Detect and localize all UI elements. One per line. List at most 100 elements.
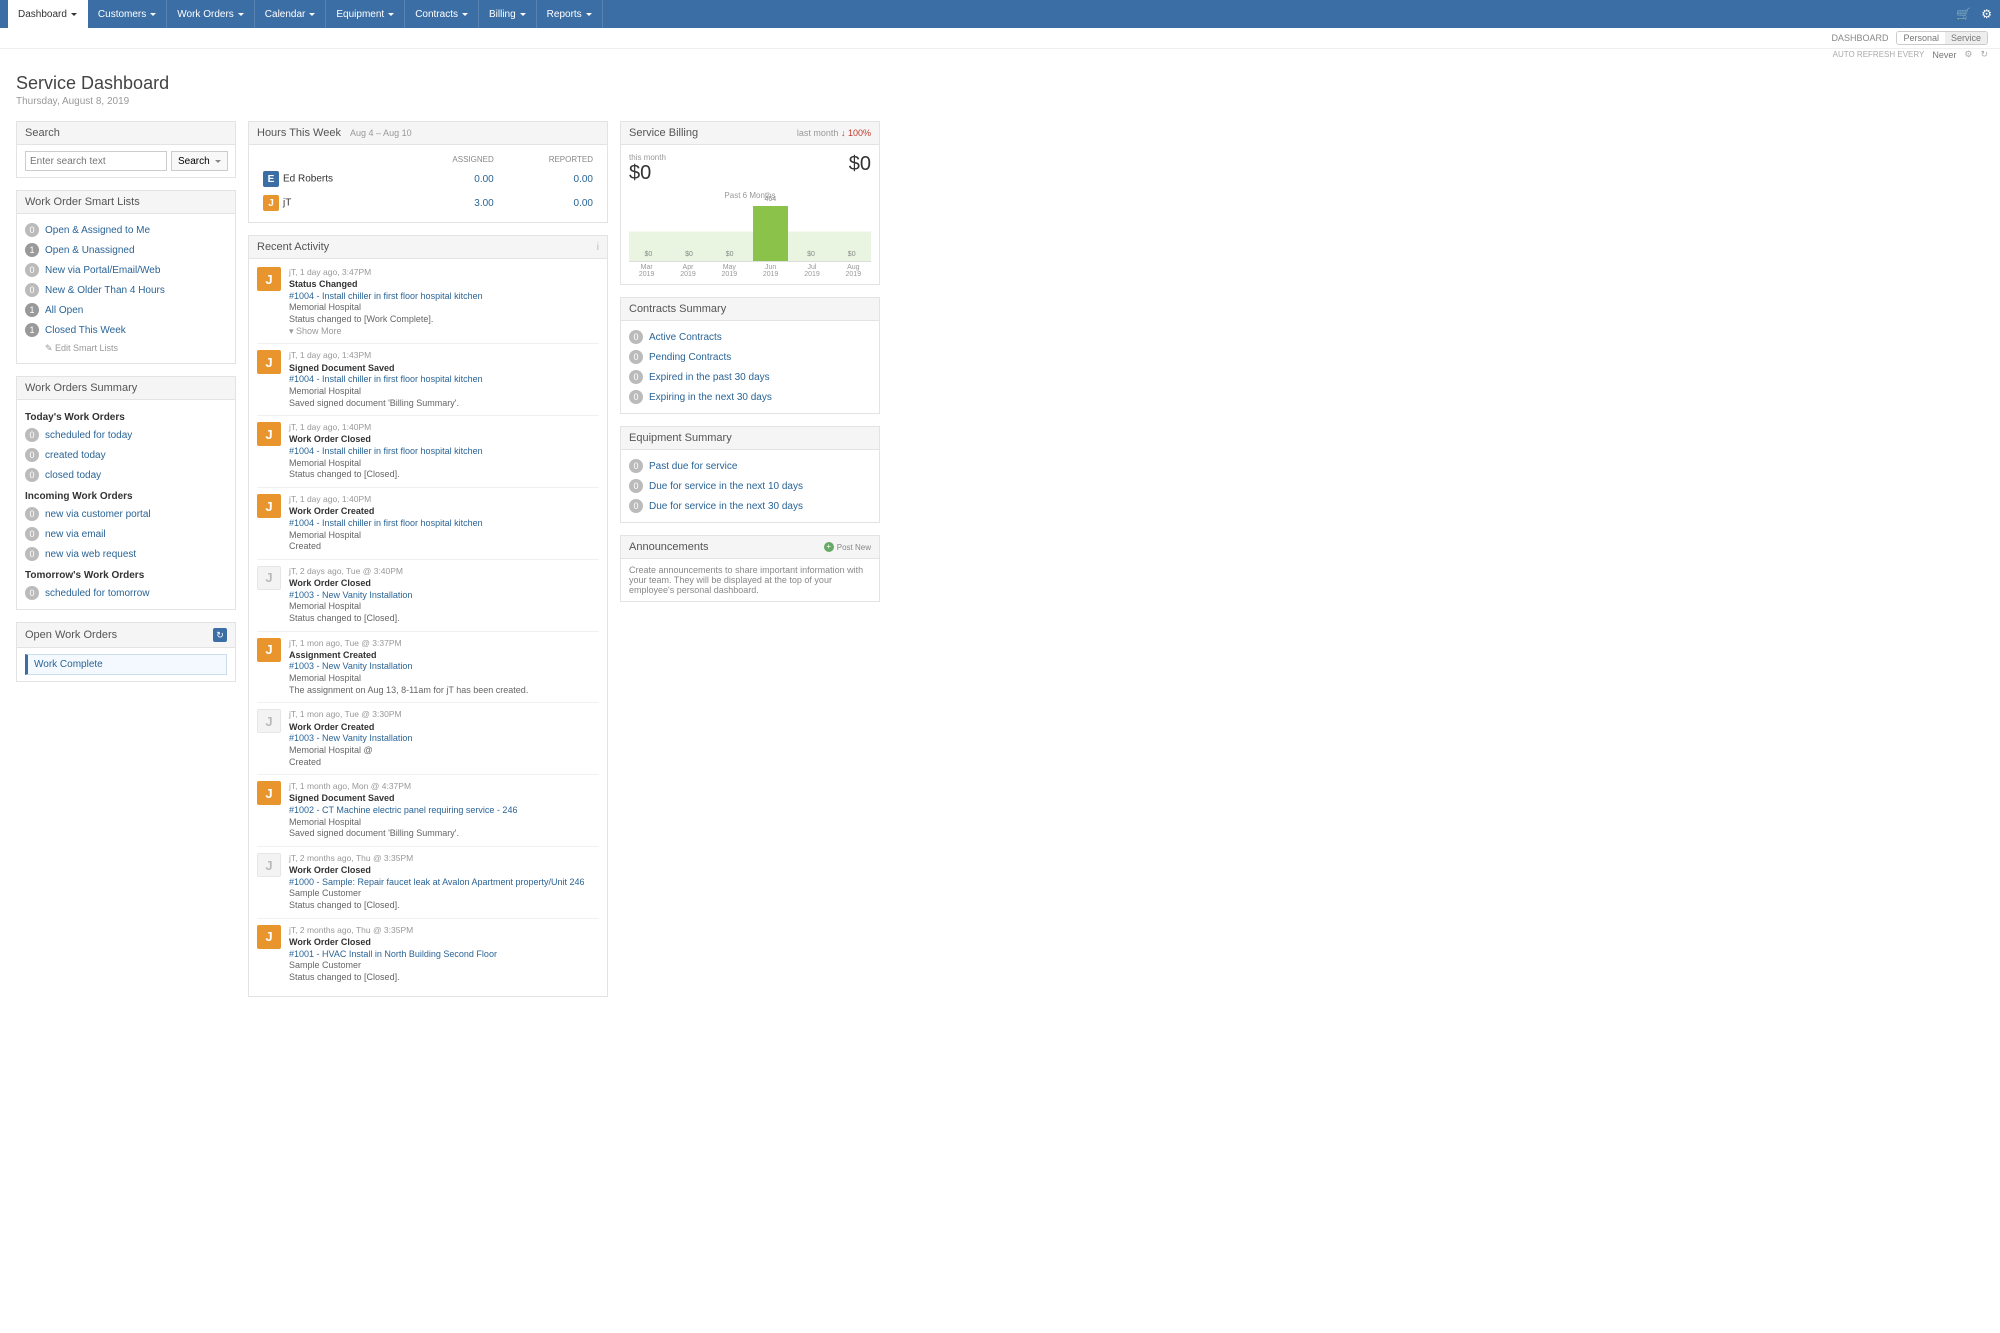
wo-summary-link[interactable]: new via email: [45, 529, 106, 540]
count-badge: 0: [25, 586, 39, 600]
wo-summary-link[interactable]: scheduled for today: [45, 430, 132, 441]
smart-list-item[interactable]: 1All Open: [25, 300, 227, 320]
nav-tab-equipment[interactable]: Equipment: [326, 0, 405, 28]
open-wo-item[interactable]: Work Complete: [25, 654, 227, 675]
activity-title: Recent Activity: [257, 241, 329, 253]
wo-summary-item[interactable]: 0new via customer portal: [25, 504, 227, 524]
smart-list-link[interactable]: New via Portal/Email/Web: [45, 265, 160, 276]
wo-summary-item[interactable]: 0new via email: [25, 524, 227, 544]
nav-tab-dashboard[interactable]: Dashboard: [8, 0, 88, 28]
activity-link[interactable]: #1003 - New Vanity Installation: [289, 590, 412, 600]
search-button[interactable]: Search: [171, 151, 228, 171]
wo-summary-item[interactable]: 0closed today: [25, 465, 227, 485]
smart-list-link[interactable]: Open & Unassigned: [45, 245, 135, 256]
cart-icon[interactable]: 🛒: [1956, 7, 1971, 21]
count-badge: 0: [629, 370, 643, 384]
billing-panel: Service Billing last month ↓ 100% this m…: [620, 121, 880, 285]
activity-link[interactable]: #1004 - Install chiller in first floor h…: [289, 446, 483, 456]
caret-icon: [462, 13, 468, 16]
dashboard-toggle-label: DASHBOARD: [1831, 33, 1888, 43]
gear-icon[interactable]: ⚙: [1981, 7, 1992, 21]
nav-tab-work-orders[interactable]: Work Orders: [167, 0, 255, 28]
activity-link[interactable]: #1004 - Install chiller in first floor h…: [289, 291, 483, 301]
auto-refresh-value[interactable]: Never: [1932, 50, 1956, 60]
equipment-item[interactable]: 0Due for service in the next 30 days: [629, 496, 871, 516]
wo-summary-item[interactable]: 0 scheduled for tomorrow: [25, 583, 227, 603]
smart-list-item[interactable]: 0New & Older Than 4 Hours: [25, 280, 227, 300]
smart-list-link[interactable]: Closed This Week: [45, 325, 126, 336]
equipment-item[interactable]: 0 Due for service in the next 10 days: [629, 476, 871, 496]
toggle-personal[interactable]: Personal: [1897, 32, 1945, 44]
hours-reported[interactable]: 0.00: [500, 168, 597, 190]
hours-row: JjT3.000.00: [259, 192, 597, 214]
nav-tab-reports[interactable]: Reports: [537, 0, 603, 28]
avatar: J: [257, 853, 281, 877]
post-new-button[interactable]: +Post New: [824, 542, 871, 552]
equipment-link[interactable]: Due for service in the next 10 days: [649, 481, 803, 492]
equipment-item[interactable]: 0Past due for service: [629, 456, 871, 476]
wo-summary-link[interactable]: closed today: [45, 470, 101, 481]
smart-list-item[interactable]: 0 New via Portal/Email/Web: [25, 260, 227, 280]
refresh-icon[interactable]: ↻: [213, 628, 227, 642]
announcements-title: Announcements: [629, 541, 709, 553]
billing-title: Service Billing: [629, 127, 698, 139]
activity-link[interactable]: #1004 - Install chiller in first floor h…: [289, 374, 483, 384]
smart-list-link[interactable]: New & Older Than 4 Hours: [45, 285, 165, 296]
hours-assigned[interactable]: 3.00: [406, 192, 498, 214]
contracts-item[interactable]: 0Expiring in the next 30 days: [629, 387, 871, 407]
smart-list-link[interactable]: Open & Assigned to Me: [45, 225, 150, 236]
toggle-service[interactable]: Service: [1945, 32, 1987, 44]
contracts-link[interactable]: Expired in the past 30 days: [649, 372, 770, 383]
search-input[interactable]: [25, 151, 167, 171]
wo-summary-link[interactable]: scheduled for tomorrow: [45, 588, 150, 599]
activity-sub: Memorial Hospital: [289, 458, 599, 470]
nav-tab-contracts[interactable]: Contracts: [405, 0, 479, 28]
equipment-link[interactable]: Past due for service: [649, 461, 737, 472]
hours-reported[interactable]: 0.00: [500, 192, 597, 214]
spark-bar-label: $0: [834, 251, 869, 258]
activity-link[interactable]: #1002 - CT Machine electric panel requir…: [289, 805, 517, 815]
caret-icon: [150, 13, 156, 16]
refresh-settings-icon[interactable]: ⚙: [1964, 49, 1972, 60]
smart-list-item[interactable]: 1Closed This Week: [25, 320, 227, 340]
smart-list-item[interactable]: 0Open & Assigned to Me: [25, 220, 227, 240]
count-badge: 0: [25, 263, 39, 277]
nav-tab-customers[interactable]: Customers: [88, 0, 167, 28]
refresh-now-icon[interactable]: ↻: [1980, 49, 1988, 60]
nav-tab-billing[interactable]: Billing: [479, 0, 537, 28]
activity-link[interactable]: #1000 - Sample: Repair faucet leak at Av…: [289, 877, 585, 887]
contracts-link[interactable]: Expiring in the next 30 days: [649, 392, 772, 403]
caret-icon: [71, 13, 77, 16]
wo-summary-link[interactable]: new via web request: [45, 549, 136, 560]
nav-tab-label: Billing: [489, 9, 516, 20]
contracts-link[interactable]: Pending Contracts: [649, 352, 731, 363]
nav-tab-label: Reports: [547, 9, 582, 20]
contracts-item[interactable]: 0Pending Contracts: [629, 347, 871, 367]
smart-list-item[interactable]: 1Open & Unassigned: [25, 240, 227, 260]
wo-summary-link[interactable]: new via customer portal: [45, 509, 151, 520]
contracts-item[interactable]: 0 Expired in the past 30 days: [629, 367, 871, 387]
show-more-link[interactable]: ▾ Show More: [289, 326, 599, 338]
billing-sparkline: $0$0$0464$0$0: [629, 202, 871, 262]
contracts-link[interactable]: Active Contracts: [649, 332, 722, 343]
contracts-item[interactable]: 0Active Contracts: [629, 327, 871, 347]
wo-summary-group-title: Today's Work Orders: [25, 412, 227, 423]
smart-list-link[interactable]: All Open: [45, 305, 83, 316]
equipment-link[interactable]: Due for service in the next 30 days: [649, 501, 803, 512]
wo-summary-item[interactable]: 0scheduled for today: [25, 425, 227, 445]
activity-link[interactable]: #1001 - HVAC Install in North Building S…: [289, 949, 497, 959]
nav-tab-calendar[interactable]: Calendar: [255, 0, 327, 28]
wo-summary-item[interactable]: 0created today: [25, 445, 227, 465]
wo-summary-link[interactable]: created today: [45, 450, 106, 461]
wo-summary-item[interactable]: 0new via web request: [25, 544, 227, 564]
activity-link[interactable]: #1004 - Install chiller in first floor h…: [289, 518, 483, 528]
activity-meta: jT, 1 month ago, Mon @ 4:37PM: [289, 781, 599, 792]
hours-assigned[interactable]: 0.00: [406, 168, 498, 190]
activity-link[interactable]: #1003 - New Vanity Installation: [289, 733, 412, 743]
activity-sub: Created: [289, 541, 599, 553]
edit-smart-lists-link[interactable]: ✎ Edit Smart Lists: [45, 343, 118, 354]
info-icon[interactable]: i: [597, 242, 599, 253]
count-badge: 0: [629, 479, 643, 493]
activity-link[interactable]: #1003 - New Vanity Installation: [289, 661, 412, 671]
activity-sub: Saved signed document 'Billing Summary'.: [289, 828, 599, 840]
